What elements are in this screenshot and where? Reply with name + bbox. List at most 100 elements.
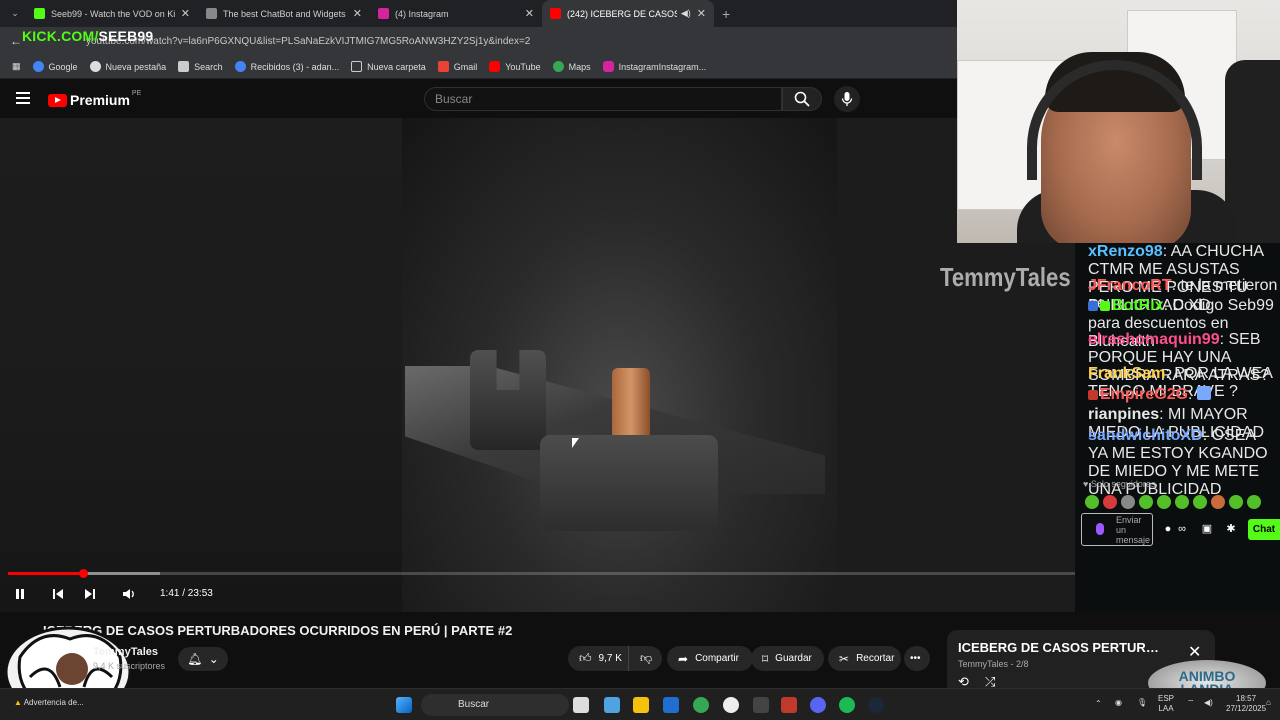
tab-instagram[interactable]: (4) Instagram ✕ [370,0,542,27]
tray-chevron-icon[interactable]: ⌃ [1095,699,1102,709]
bookmark-icon: ⌑ [762,651,769,666]
task-view-icon[interactable] [573,697,589,713]
tab-search-button[interactable]: ⌄ [4,4,26,24]
discord-icon[interactable] [810,697,826,713]
emote-icon[interactable] [1247,495,1261,509]
tab-close-icon[interactable]: ✕ [697,7,706,20]
progress-bar[interactable] [8,569,1075,578]
tab-close-icon[interactable]: ✕ [353,7,362,20]
bookmark-maps[interactable]: Maps [552,61,591,72]
apps-icon[interactable]: ▦ [12,61,21,72]
subscriber-badge-icon [1088,390,1098,400]
bookmark-google[interactable]: Google [32,61,78,72]
like-button[interactable]: 👍︎ 9,7 K [568,646,628,671]
bookmark-inbox[interactable]: Recibidos (3) - adan... [234,61,339,72]
emote-icon[interactable] [1085,495,1099,509]
clip-button[interactable]: ✂ Recortar [828,646,901,671]
search-button[interactable] [782,87,822,111]
tab-youtube[interactable]: (242) ICEBERG DE CASOS PERTURBADORES ◀) … [542,0,714,27]
next-button[interactable] [82,584,98,604]
volume-button[interactable] [120,584,138,604]
tab-kick[interactable]: Seeb99 - Watch the VOD on Kick ✕ [26,0,198,27]
bell-icon: 🔔︎ [187,652,203,666]
new-tab-icon[interactable]: + [722,6,730,22]
tab-chatbot[interactable]: The best ChatBot and Widgets ✕ [198,0,370,27]
speaker-icon[interactable]: ◀) [681,8,691,19]
subscriber-count: 9,4 K suscriptores [93,661,166,671]
emoji-icon[interactable]: ● [1162,523,1174,535]
pause-button[interactable] [12,584,28,604]
emote-icon[interactable] [1193,495,1207,509]
thumbs-down-icon: 👎︎ [640,651,653,665]
microphone-icon [841,92,853,106]
emote-bar [1085,495,1261,509]
channel-name[interactable]: TemmyTales [93,646,158,658]
dislike-button[interactable]: 👎︎ [628,646,662,671]
menu-icon[interactable] [16,92,30,104]
language-indicator[interactable]: ESP LAA [1158,694,1174,714]
store-icon[interactable]: ▣ [1201,523,1213,535]
instagram-favicon-icon [378,8,389,19]
pause-icon [16,589,24,599]
app-icon[interactable] [753,697,769,713]
video-frame-hammer-head [540,435,718,531]
emote-icon[interactable] [1121,495,1135,509]
share-icon: ➦ [678,651,689,666]
streamer-webcam [957,0,1280,243]
emote-icon[interactable] [1175,495,1189,509]
save-button[interactable]: ⌑ Guardar [751,646,824,671]
chrome-icon[interactable] [693,697,709,713]
close-icon[interactable]: ✕ [1188,642,1201,662]
clock[interactable]: 18:57 27/12/2025 [1226,694,1266,714]
app-icon[interactable] [781,697,797,713]
steam-icon[interactable] [868,697,884,713]
emote-icon[interactable] [1103,495,1117,509]
chat-settings-icon[interactable]: ✱ [1225,523,1237,535]
youtube-logo[interactable]: Premium PE [48,90,141,108]
store-app-icon[interactable] [663,697,679,713]
scissors-icon: ✂ [839,651,850,666]
windows-start-icon[interactable] [396,697,412,713]
tab-close-icon[interactable]: ✕ [181,7,190,20]
emote-icon[interactable] [1157,495,1171,509]
taskbar-search[interactable]: Buscar [421,694,569,716]
photos-icon[interactable] [604,697,620,713]
search-input[interactable] [425,88,765,110]
wifi-icon[interactable]: ⌔ [1187,698,1195,708]
chat-message-input[interactable]: Enviar un mensaje [1081,513,1153,546]
previous-button[interactable] [50,584,66,604]
bookmark-gmail[interactable]: Gmail [437,61,477,72]
chat-send-button[interactable]: Chat [1248,519,1280,540]
followers-only-notice: ♥ Solo seguidores [1083,479,1156,489]
microphone-icon[interactable]: 🎙︎ [1137,698,1147,708]
emote-icon[interactable] [1229,495,1243,509]
bookmark-new-tab[interactable]: Nueva pestaña [89,61,166,72]
network-icon[interactable]: ◉ [1115,698,1122,708]
voice-search-button[interactable] [834,86,860,112]
channel-watermark: TemmyTales [940,262,1071,292]
moderator-badge-icon [1088,301,1098,311]
emote-icon[interactable] [1211,495,1225,509]
emote-icon[interactable] [1139,495,1153,509]
kick-favicon-icon [34,8,45,19]
bookmark-youtube[interactable]: YouTube [489,61,541,72]
file-explorer-icon[interactable] [633,697,649,713]
weather-widget[interactable]: ▲ Advertencia de... [14,698,84,707]
infinity-icon[interactable]: ∞ [1176,523,1188,535]
notifications-icon[interactable]: ⌂ [1266,698,1271,708]
speaker-icon[interactable]: ◀) [1204,698,1213,708]
search-box [424,87,782,111]
obs-icon[interactable] [723,697,739,713]
bookmark-folder[interactable]: Nueva carpeta [351,61,426,72]
tab-close-icon[interactable]: ✕ [525,7,534,20]
playlist-title[interactable]: ICEBERG DE CASOS PERTURBADO... [958,640,1168,655]
notification-bell-button[interactable]: 🔔︎ ⌄ [178,647,228,671]
share-button[interactable]: ➦ Compartir [667,646,753,671]
more-actions-button[interactable]: ••• [904,646,930,671]
spotify-icon[interactable] [839,697,855,713]
bookmark-instagram[interactable]: InstagramInstagram... [602,61,706,72]
microphone-icon[interactable] [1096,523,1104,535]
bookmark-search[interactable]: Search [178,61,223,72]
more-icon: ••• [910,653,921,664]
chat-message: EmpireG2G: [1088,386,1278,404]
